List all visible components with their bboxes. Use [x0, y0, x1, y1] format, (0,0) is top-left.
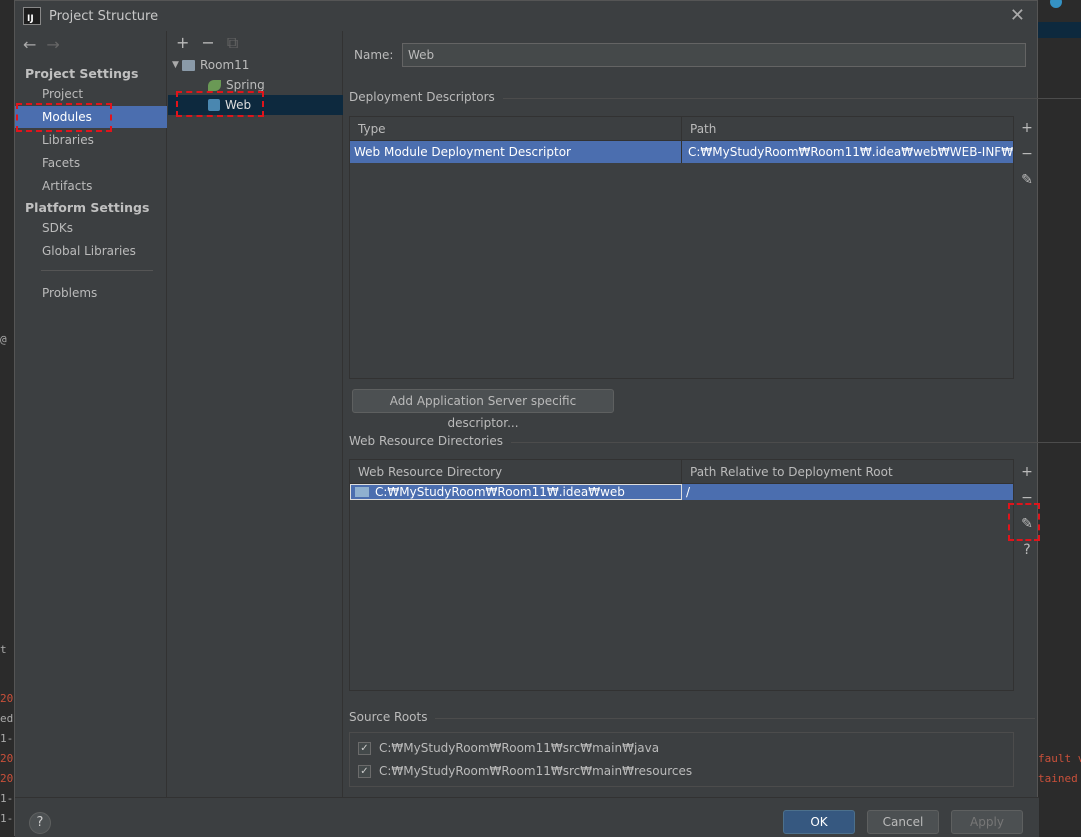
nav-item-artifacts[interactable]: Artifacts	[15, 175, 167, 197]
bg-line: @	[0, 333, 7, 346]
add-icon[interactable]: +	[1021, 459, 1033, 485]
title-bar: IJ Project Structure ✕	[15, 1, 1039, 31]
bg-line: 1-	[0, 812, 14, 825]
bg-line: 20	[0, 692, 14, 705]
add-module-icon[interactable]: +	[176, 33, 189, 53]
name-field[interactable]: Web	[402, 43, 1026, 67]
forward-arrow-icon[interactable]: →	[46, 35, 59, 54]
deployment-descriptors-table: Type Path Web Module Deployment Descript…	[349, 116, 1014, 379]
source-root-item[interactable]: ✓ C:₩MyStudyRoom₩Room11₩src₩main₩resourc…	[358, 764, 692, 778]
directory-text: C:₩MyStudyRoom₩Room11₩.idea₩web	[375, 485, 625, 499]
tree-toolbar: + − ⧉	[176, 33, 238, 53]
add-icon[interactable]: +	[1021, 115, 1033, 141]
annotation-modules-highlight	[16, 103, 112, 132]
folder-icon	[355, 487, 369, 497]
checkbox[interactable]: ✓	[358, 764, 371, 778]
copy-module-icon: ⧉	[226, 33, 239, 52]
background-editor-right: fault v tained	[1038, 0, 1081, 836]
table-row[interactable]: C:₩MyStudyRoom₩Room11₩.idea₩web /	[350, 484, 1013, 500]
background-editor-left: @ t L 20 ed 1- 20 20 1- 1-	[0, 0, 14, 836]
descriptor-toolbar: + − ✎	[1016, 115, 1038, 193]
window-title: Project Structure	[49, 8, 159, 24]
nav-item-sdks[interactable]: SDKs	[15, 217, 167, 239]
descriptor-type-cell: Web Module Deployment Descriptor	[350, 141, 682, 163]
bg-line: 1-	[0, 792, 14, 805]
ok-button[interactable]: OK	[783, 810, 855, 834]
annotation-edit-highlight	[1008, 503, 1040, 541]
descriptor-path-cell: C:₩MyStudyRoom₩Room11₩.idea₩web₩WEB-INF₩…	[688, 145, 1013, 159]
bg-line: 20	[0, 752, 14, 765]
bg-line: fault v	[1038, 752, 1081, 765]
nav-item-libraries[interactable]: Libraries	[15, 129, 167, 151]
name-label: Name:	[354, 48, 394, 62]
nav-item-project[interactable]: Project	[15, 83, 167, 105]
nav-item-problems[interactable]: Problems	[15, 282, 167, 304]
source-root-item[interactable]: ✓ C:₩MyStudyRoom₩Room11₩src₩main₩java	[358, 741, 659, 755]
source-root-label: C:₩MyStudyRoom₩Room11₩src₩main₩java	[379, 741, 660, 755]
intellij-icon: IJ	[23, 7, 41, 25]
module-tree: + − ⧉ ▼ Room11 Spring Web	[168, 31, 343, 797]
platform-settings-heading: Platform Settings	[25, 200, 150, 215]
source-root-label: C:₩MyStudyRoom₩Room11₩src₩main₩resources	[379, 764, 693, 778]
edit-pencil-icon[interactable]: ✎	[1021, 167, 1033, 193]
column-header-relative-path[interactable]: Path Relative to Deployment Root	[682, 460, 1013, 483]
project-structure-dialog: IJ Project Structure ✕ ← → Project Settin…	[14, 0, 1081, 837]
column-header-type[interactable]: Type	[350, 117, 682, 140]
checkbox[interactable]: ✓	[358, 741, 371, 755]
settings-nav: ← → Project Settings Project Modules Libr…	[15, 31, 167, 797]
module-details: Name: Web Deployment Descriptors Type Pa…	[344, 31, 1081, 797]
resource-directory-cell: C:₩MyStudyRoom₩Room11₩.idea₩web	[350, 484, 682, 500]
bg-line: ed	[0, 712, 14, 725]
close-icon[interactable]: ✕	[1010, 5, 1025, 26]
deployment-descriptors-title: Deployment Descriptors	[349, 90, 1081, 104]
bg-selection	[1038, 22, 1081, 38]
tree-item-room11[interactable]: ▼ Room11	[172, 55, 249, 75]
cancel-button[interactable]: Cancel	[867, 810, 939, 834]
annotation-web-highlight	[176, 91, 264, 117]
apply-button[interactable]: Apply	[951, 810, 1023, 834]
dialog-footer: OK Cancel Apply	[15, 797, 1039, 837]
bg-icon	[1050, 0, 1062, 8]
table-header: Web Resource Directory Path Relative to …	[350, 460, 1013, 484]
nav-item-global-libraries[interactable]: Global Libraries	[15, 240, 167, 262]
bg-line: t L	[0, 643, 14, 656]
column-header-path[interactable]: Path	[682, 117, 1013, 140]
web-resource-table: Web Resource Directory Path Relative to …	[349, 459, 1014, 691]
spring-leaf-icon	[208, 79, 221, 91]
module-folder-icon	[182, 59, 195, 71]
column-header-directory[interactable]: Web Resource Directory	[350, 460, 682, 483]
add-server-descriptor-button[interactable]: Add Application Server specific descript…	[352, 389, 614, 430]
back-arrow-icon[interactable]: ←	[23, 35, 36, 54]
bg-line: 1-	[0, 732, 14, 745]
remove-icon[interactable]: −	[1021, 141, 1033, 167]
remove-module-icon[interactable]: −	[201, 33, 214, 53]
nav-divider	[41, 270, 153, 271]
web-resource-directories-title: Web Resource Directories	[349, 434, 1081, 448]
tree-item-label: Room11	[200, 58, 250, 72]
bg-line: 20	[0, 772, 14, 785]
help-button[interactable]: ?	[29, 812, 51, 834]
source-roots-title: Source Roots	[349, 710, 1040, 724]
project-settings-heading: Project Settings	[25, 66, 139, 81]
nav-item-facets[interactable]: Facets	[15, 152, 167, 174]
nav-arrows: ← →	[23, 35, 60, 54]
table-header: Type Path	[350, 117, 1013, 141]
expand-triangle-icon[interactable]: ▼	[172, 55, 182, 75]
table-row[interactable]: Web Module Deployment Descriptor C:₩MySt…	[350, 141, 1013, 163]
relative-path-cell: /	[686, 485, 691, 499]
bg-line: tained	[1038, 772, 1078, 785]
